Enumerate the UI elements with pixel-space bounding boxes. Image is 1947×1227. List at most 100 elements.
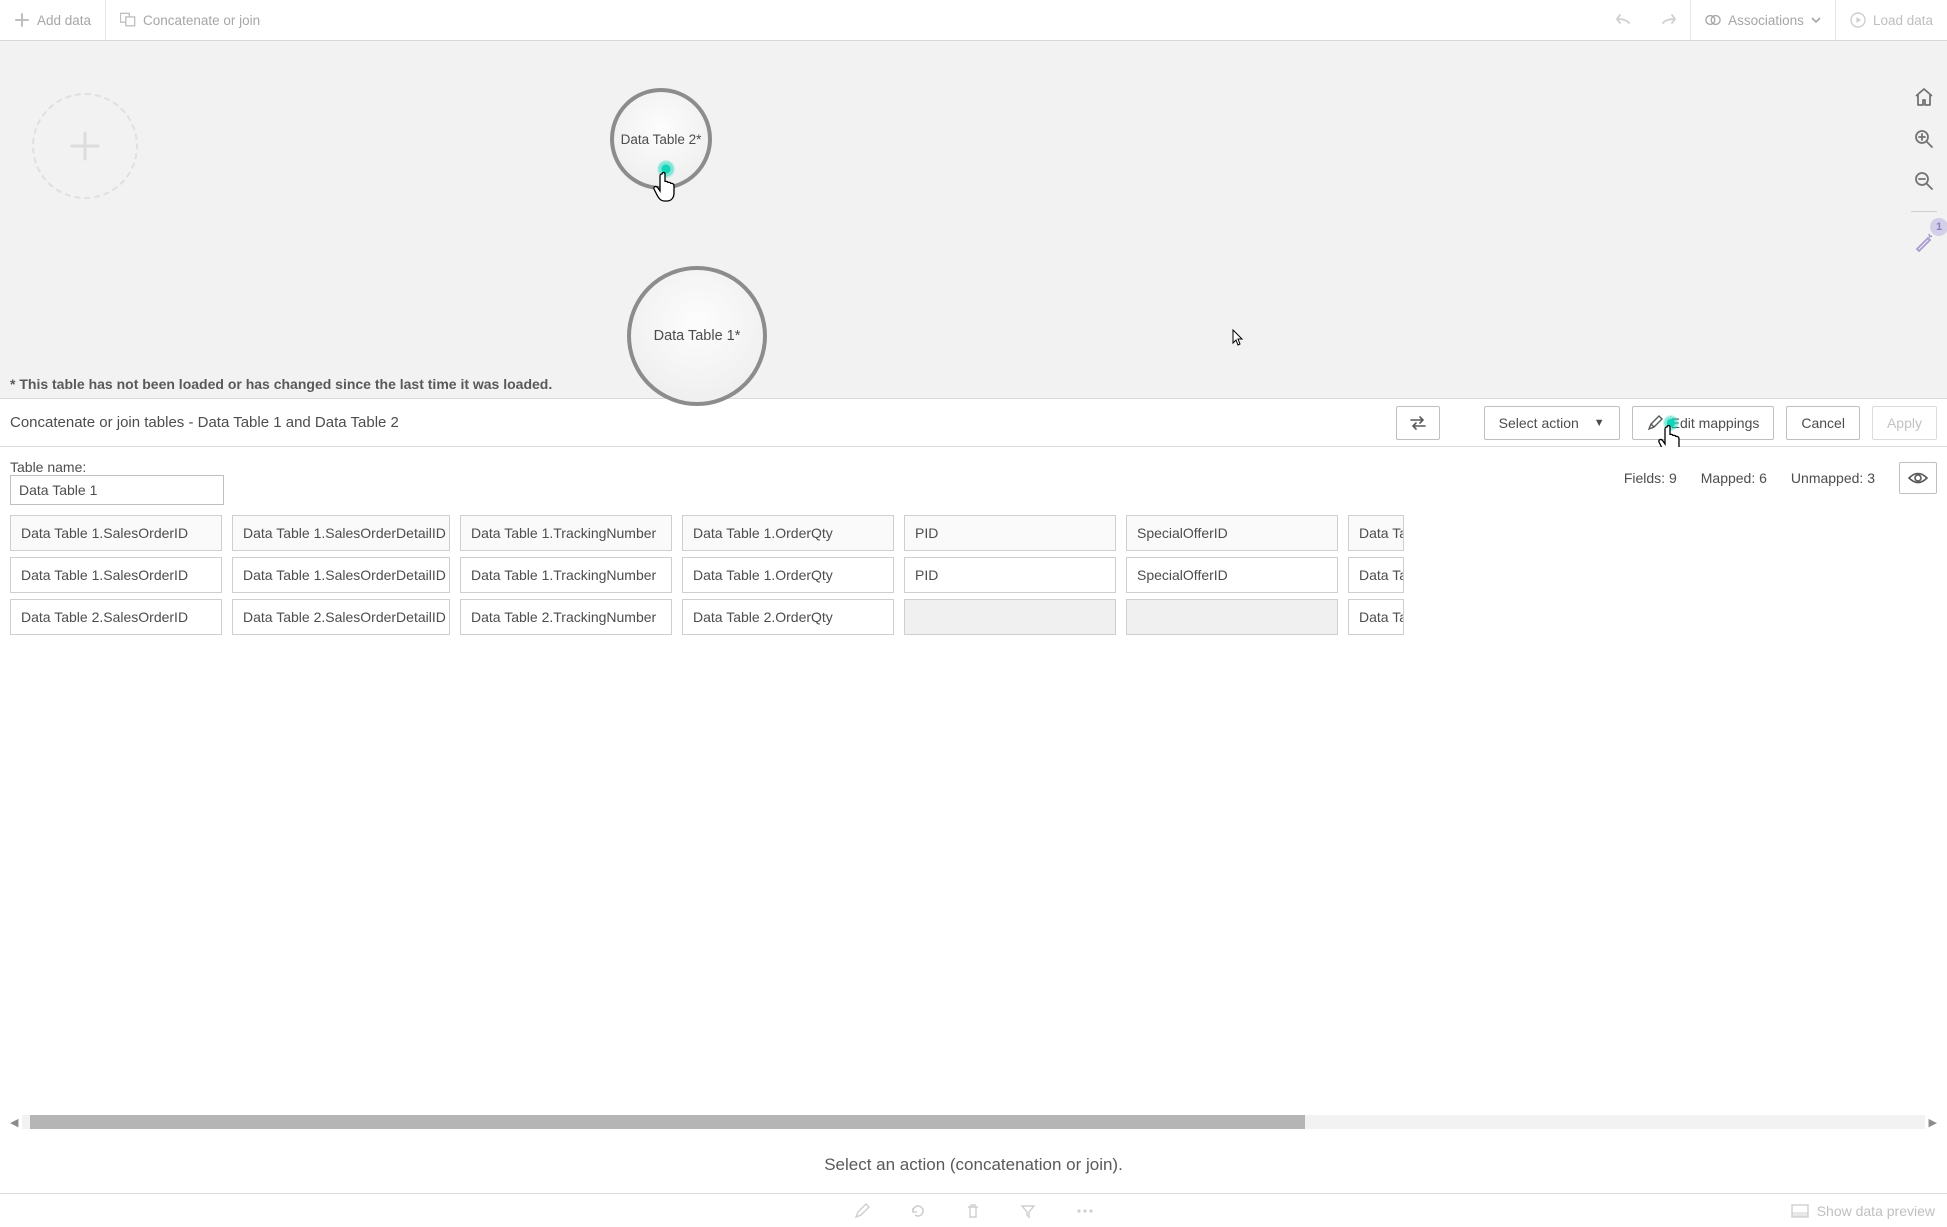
edit-mappings-button[interactable]: Edit mappings bbox=[1632, 406, 1775, 440]
column-cell[interactable]: Data Table 1.OrderQty bbox=[682, 557, 894, 593]
recommendations-wrap: 1 bbox=[1912, 230, 1936, 254]
magic-wand-icon bbox=[1914, 232, 1934, 252]
scroll-left-icon[interactable]: ◀ bbox=[10, 1116, 18, 1129]
column-header[interactable]: Data Table 1.TrackingNumber bbox=[460, 515, 672, 551]
scroll-track[interactable] bbox=[22, 1115, 1924, 1129]
column-cell[interactable]: SpecialOfferID bbox=[1126, 557, 1338, 593]
zoom-out-button[interactable] bbox=[1912, 169, 1936, 193]
column-cell[interactable]: Data Table 2.OrderQty bbox=[682, 599, 894, 635]
undo-button[interactable] bbox=[1602, 0, 1646, 40]
column-header[interactable]: Data Table 1.OrderQty bbox=[682, 515, 894, 551]
load-data-button[interactable]: Load data bbox=[1836, 0, 1947, 40]
column-cell-empty[interactable] bbox=[904, 599, 1116, 635]
hint-text: Select an action (concatenation or join)… bbox=[824, 1155, 1123, 1175]
scroll-right-icon[interactable]: ▶ bbox=[1929, 1116, 1937, 1129]
toggle-visibility-button[interactable] bbox=[1899, 462, 1937, 494]
eye-icon bbox=[1908, 471, 1928, 485]
bubble-1-label: Data Table 1* bbox=[654, 328, 741, 344]
column-header[interactable]: Data Table 1.SalesOrderID bbox=[10, 515, 222, 551]
redo-button[interactable] bbox=[1646, 0, 1690, 40]
scroll-thumb[interactable] bbox=[30, 1115, 1304, 1129]
zoom-out-icon bbox=[1914, 171, 1934, 191]
home-button[interactable] bbox=[1912, 85, 1936, 109]
column-header[interactable]: PID bbox=[904, 515, 1116, 551]
edit-icon[interactable] bbox=[854, 1203, 870, 1219]
delete-icon[interactable] bbox=[966, 1203, 980, 1219]
bottom-toolbar: Show data preview bbox=[0, 1193, 1947, 1227]
tutorial-cursor-hand-icon bbox=[652, 160, 682, 204]
mapping-column: SpecialOfferID SpecialOfferID bbox=[1126, 515, 1338, 635]
column-cell[interactable]: Data Table 2.TrackingNumber bbox=[460, 599, 672, 635]
show-preview-label: Show data preview bbox=[1817, 1203, 1935, 1219]
pencil-icon bbox=[1647, 415, 1663, 431]
add-table-bubble[interactable] bbox=[32, 93, 138, 199]
filter-icon[interactable] bbox=[1020, 1203, 1036, 1219]
column-header[interactable]: Data Table 1.SalesOrderDetailID bbox=[232, 515, 450, 551]
panel-title: Concatenate or join tables - Data Table … bbox=[10, 414, 1384, 431]
zoom-in-icon bbox=[1914, 129, 1934, 149]
column-cell[interactable]: Data Table 1.SalesOrderID bbox=[10, 557, 222, 593]
redo-icon bbox=[1660, 12, 1676, 28]
mapping-area: Table name: Fields: 9 Mapped: 6 Unmapped… bbox=[0, 447, 1947, 1135]
mapped-label: Mapped: bbox=[1701, 470, 1755, 486]
mapping-column: Data Table 1.OrderQty Data Table 1.Order… bbox=[682, 515, 894, 635]
canvas-side-tools: 1 bbox=[1901, 85, 1947, 254]
undo-icon bbox=[1616, 12, 1632, 28]
column-header[interactable]: Data Ta bbox=[1348, 515, 1404, 551]
swap-icon bbox=[1409, 416, 1427, 430]
recommendations-badge: 1 bbox=[1930, 218, 1947, 236]
mapped-value: 6 bbox=[1759, 470, 1767, 486]
associations-label: Associations bbox=[1728, 13, 1804, 28]
show-data-preview-button[interactable]: Show data preview bbox=[1791, 1203, 1935, 1219]
mapping-columns: Data Table 1.SalesOrderID Data Table 1.S… bbox=[10, 515, 1937, 639]
bubble-2-label: Data Table 2* bbox=[621, 132, 702, 147]
select-action-dropdown[interactable]: Select action ▼ bbox=[1484, 406, 1620, 440]
field-stats: Fields: 9 Mapped: 6 Unmapped: 3 bbox=[1624, 462, 1937, 494]
swap-tables-button[interactable] bbox=[1396, 406, 1440, 440]
add-data-button[interactable]: Add data bbox=[0, 0, 105, 40]
refresh-icon[interactable] bbox=[910, 1203, 926, 1219]
concat-join-label: Concatenate or join bbox=[143, 13, 260, 28]
column-cell[interactable]: Data Table 2.SalesOrderDetailID bbox=[232, 599, 450, 635]
mapping-column: PID PID bbox=[904, 515, 1116, 635]
tables-icon bbox=[120, 12, 136, 28]
column-cell[interactable]: Data Ta bbox=[1348, 557, 1404, 593]
add-data-label: Add data bbox=[37, 13, 91, 28]
table-bubble-1[interactable]: Data Table 1* bbox=[627, 266, 767, 406]
plus-icon bbox=[14, 12, 30, 28]
concat-panel-header: Concatenate or join tables - Data Table … bbox=[0, 399, 1947, 447]
column-cell[interactable]: Data Table 2.SalesOrderID bbox=[10, 599, 222, 635]
mapping-column: Data Table 1.SalesOrderID Data Table 1.S… bbox=[10, 515, 222, 635]
chevron-down-icon bbox=[1811, 17, 1821, 23]
column-cell[interactable]: PID bbox=[904, 557, 1116, 593]
zoom-in-button[interactable] bbox=[1912, 127, 1936, 151]
table-name-input[interactable] bbox=[10, 475, 224, 505]
side-divider bbox=[1911, 211, 1937, 212]
concatenate-join-button[interactable]: Concatenate or join bbox=[106, 0, 274, 40]
mapping-column: Data Table 1.SalesOrderDetailID Data Tab… bbox=[232, 515, 450, 635]
apply-button[interactable]: Apply bbox=[1872, 406, 1937, 440]
associations-button[interactable]: Associations bbox=[1691, 0, 1835, 40]
preview-icon bbox=[1791, 1204, 1809, 1218]
play-icon bbox=[1850, 12, 1866, 28]
data-model-canvas[interactable]: Data Table 2* Data Table 1* * This table… bbox=[0, 41, 1947, 399]
table-bubble-2[interactable]: Data Table 2* bbox=[610, 88, 712, 190]
load-data-label: Load data bbox=[1873, 13, 1933, 28]
column-cell-empty[interactable] bbox=[1126, 599, 1338, 635]
column-header[interactable]: SpecialOfferID bbox=[1126, 515, 1338, 551]
column-cell[interactable]: Data Table 1.SalesOrderDetailID bbox=[232, 557, 450, 593]
column-cell[interactable]: Data Ta bbox=[1348, 599, 1404, 635]
mapping-column: Data Table 1.TrackingNumber Data Table 1… bbox=[460, 515, 672, 635]
unmapped-label: Unmapped: bbox=[1791, 470, 1863, 486]
cancel-label: Cancel bbox=[1801, 415, 1845, 431]
cancel-button[interactable]: Cancel bbox=[1786, 406, 1860, 440]
canvas-footnote: * This table has not been loaded or has … bbox=[10, 376, 552, 392]
column-cell[interactable]: Data Table 1.TrackingNumber bbox=[460, 557, 672, 593]
more-icon[interactable] bbox=[1076, 1208, 1094, 1214]
top-toolbar: Add data Concatenate or join Association bbox=[0, 0, 1947, 41]
home-icon bbox=[1914, 88, 1934, 106]
horizontal-scrollbar[interactable]: ◀ ▶ bbox=[10, 1113, 1937, 1135]
fields-value: 9 bbox=[1669, 470, 1677, 486]
apply-label: Apply bbox=[1887, 415, 1922, 431]
select-action-label: Select action bbox=[1499, 415, 1579, 431]
